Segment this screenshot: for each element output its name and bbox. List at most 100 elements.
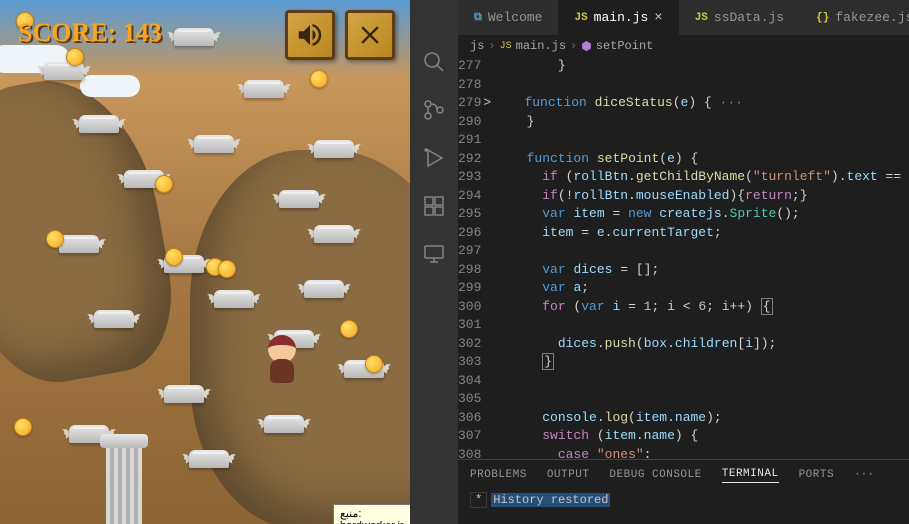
code-line[interactable]: if (rollBtn.getChildByName("turnleft").t… [495,168,909,187]
breadcrumbs[interactable]: js › JS main.js › ⬢ setPoint [458,35,909,57]
wing-icon [227,452,245,466]
wing-icon [352,227,370,241]
breadcrumb-part[interactable]: js [470,39,484,53]
speaker-icon [295,20,325,50]
code-line[interactable]: dices.push(box.children[i]); [495,335,909,354]
panel-tab[interactable]: OUTPUT [547,469,590,481]
line-number: 298 [458,261,481,280]
code-line[interactable] [495,316,909,335]
wing-icon [352,142,370,156]
vscode-icon: ⧉ [474,12,482,24]
close-icon[interactable]: × [654,10,662,26]
coin [218,260,236,278]
wing-icon [97,237,115,251]
coin [46,230,64,248]
line-number: 301 [458,316,481,335]
close-button[interactable] [345,10,395,60]
code-line[interactable]: function setPoint(e) { [495,150,909,169]
breadcrumb-part[interactable]: main.js [516,39,566,53]
bottom-panel: PROBLEMS OUTPUT DEBUG CONSOLE TERMINAL PORTS… [458,459,909,524]
editor-tab[interactable]: ⧉ Welcome [458,0,558,35]
panel-tab[interactable]: DEBUG CONSOLE [609,469,701,481]
platform [190,135,238,159]
code-line[interactable]: var a; [495,279,909,298]
fold-icon[interactable]: > [483,95,491,110]
platform [185,450,233,474]
code-line[interactable]: item = e.currentTarget; [495,224,909,243]
platform [260,415,308,439]
line-number: 305 [458,390,481,409]
search-icon[interactable] [422,50,446,74]
line-number: 308 [458,446,481,460]
line-number: 279 [458,94,481,113]
code-line[interactable]: > function diceStatus(e) { ··· [495,94,909,113]
coin [66,48,84,66]
code-line[interactable]: } [495,113,909,132]
line-gutter: 2772782792902912922932942952962972982993… [458,57,495,459]
wing-icon [342,282,360,296]
wing-icon [382,362,400,376]
code-line[interactable]: var item = new createjs.Sprite(); [495,205,909,224]
line-number: 295 [458,205,481,224]
activity-bar [410,0,458,524]
code-line[interactable] [495,372,909,391]
breadcrumb-part[interactable]: setPoint [596,39,654,53]
coin [310,70,328,88]
panel-tab[interactable]: PROBLEMS [470,469,527,481]
editor-tab[interactable]: JSmain.js× [558,0,678,35]
code-line[interactable]: if(!rollBtn.mouseEnabled){return;} [495,187,909,206]
platform [170,28,218,52]
sound-button[interactable] [285,10,335,60]
code-line[interactable]: } [495,57,909,76]
code-line[interactable]: } [495,353,909,372]
remote-icon[interactable] [422,242,446,266]
code-line[interactable]: var dices = []; [495,261,909,280]
code-line[interactable] [495,242,909,261]
panel-tab[interactable]: TERMINAL [722,468,779,483]
code-lines[interactable]: } > function diceStatus(e) { ··· } funct… [495,57,909,459]
platform [310,225,358,249]
coin [365,355,383,373]
close-icon [355,20,385,50]
panel-tab[interactable]: PORTS [799,469,835,481]
more-icon[interactable]: ··· [854,469,874,481]
js-icon: JS [500,41,512,52]
code-line[interactable] [495,131,909,150]
debug-icon[interactable] [422,146,446,170]
platform [75,115,123,139]
extensions-icon[interactable] [422,194,446,218]
line-number: 294 [458,187,481,206]
code-line[interactable]: console.log(item.name); [495,409,909,428]
line-number: 292 [458,150,481,169]
score-value: 143 [123,18,162,47]
js-icon: JS [695,12,708,24]
tab-label: main.js [594,10,649,25]
game-viewport: SCORE: 143 منبع: hardworker.ir [0,0,410,524]
editor-tabs: ⧉ Welcome JS main.js × JS ssData.js{}fakezee.j… [458,0,909,35]
line-number: 291 [458,131,481,150]
tab-label: ssData.js [714,10,784,25]
tab-label: Welcome [488,10,543,25]
line-number: 293 [458,168,481,187]
editor-tab[interactable]: {}fakezee.json [800,0,909,35]
line-number: 296 [458,224,481,243]
terminal-body[interactable]: * History restored [458,490,909,510]
code-line[interactable] [495,76,909,95]
pillar [100,434,148,524]
code-editor[interactable]: 2772782792902912922932942952962972982993… [458,57,909,459]
code-line[interactable]: switch (item.name) { [495,427,909,446]
platform [240,80,288,104]
code-line[interactable] [495,390,909,409]
wing-icon [117,117,135,131]
source-control-icon[interactable] [422,98,446,122]
line-number: 302 [458,335,481,354]
source-tooltip: منبع: hardworker.ir [333,504,410,524]
line-number: 306 [458,409,481,428]
editor-tab[interactable]: JS ssData.js [679,0,800,35]
chevron-right-icon: › [488,39,495,53]
coin [340,320,358,338]
code-line[interactable]: for (var i = 1; i < 6; i++) { [495,298,909,317]
wing-icon [202,387,220,401]
code-line[interactable]: case "ones": [495,446,909,460]
wing-icon [282,82,300,96]
